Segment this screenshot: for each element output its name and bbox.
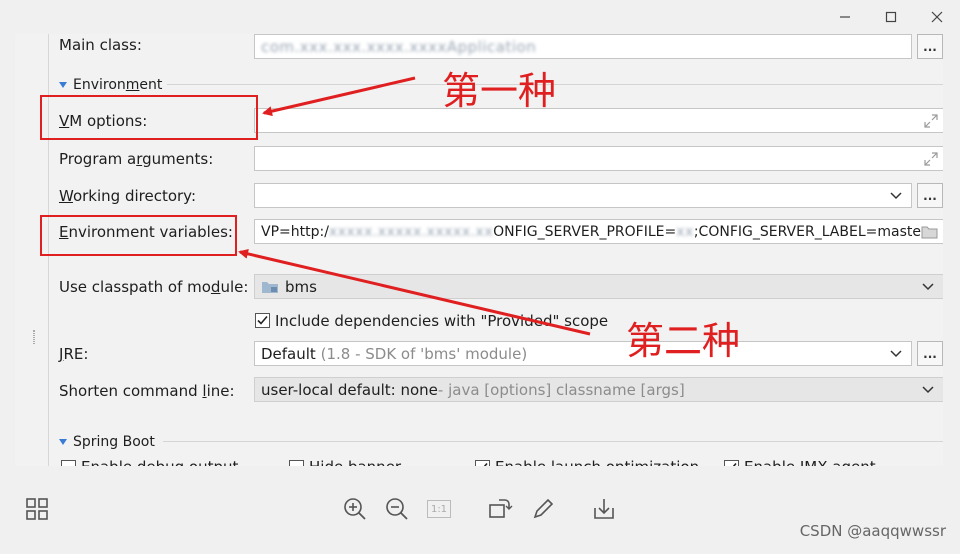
chevron-down-icon[interactable]: [889, 188, 903, 202]
grid-icon[interactable]: [24, 496, 50, 522]
checkmark-icon: [257, 315, 268, 325]
resize-grip[interactable]: [33, 330, 35, 344]
zoom-in-icon[interactable]: [342, 496, 368, 522]
jre-browse-button[interactable]: ...: [917, 341, 943, 366]
annotation-first-method: 第一种: [442, 69, 557, 113]
main-class-label: Main class:: [59, 36, 142, 54]
main-class-value: com.xxx.xxx.xxxx.xxxxApplication: [261, 37, 537, 56]
classpath-module-label: Use classpath of module:: [59, 278, 249, 296]
enable-debug-checkbox[interactable]: [61, 460, 76, 466]
launch-optimization-label: Enable launch optimization: [495, 458, 699, 466]
checkmark-icon: [483, 462, 488, 466]
download-icon[interactable]: [591, 496, 617, 522]
annotation-box-vm-options: [40, 95, 258, 140]
include-provided-label: Include dependencies with "Provided" sco…: [275, 312, 609, 330]
collapse-triangle-icon: [59, 439, 67, 445]
include-provided-checkbox[interactable]: [255, 313, 270, 328]
launch-optimization-checkbox[interactable]: [475, 460, 490, 466]
spring-boot-section-header[interactable]: Spring Boot: [59, 434, 155, 450]
window-controls: [822, 0, 960, 34]
jre-select[interactable]: Default (1.8 - SDK of 'bms' module): [254, 341, 912, 366]
chevron-down-icon[interactable]: [921, 279, 935, 293]
folder-icon[interactable]: [921, 224, 939, 240]
rotate-icon[interactable]: [487, 496, 513, 522]
working-directory-browse-button[interactable]: ...: [917, 183, 943, 208]
minimize-icon[interactable]: [822, 0, 868, 34]
enable-debug-label: Enable debug output: [81, 458, 238, 466]
collapse-triangle-icon: [59, 82, 67, 88]
shorten-command-select[interactable]: user-local default: none - java [options…: [254, 377, 943, 402]
watermark: CSDN @aaqqwwssr: [799, 522, 946, 540]
chevron-down-icon[interactable]: [921, 382, 935, 396]
annotation-box-env-vars: [40, 215, 237, 256]
close-icon[interactable]: [914, 0, 960, 34]
spring-boot-separator: [163, 441, 943, 442]
maximize-icon[interactable]: [868, 0, 914, 34]
shorten-command-label: Shorten command line:: [59, 382, 235, 400]
main-class-browse-button[interactable]: ...: [917, 34, 943, 59]
working-directory-label: Working directory:: [59, 187, 197, 205]
program-arguments-label: Program arguments:: [59, 150, 214, 168]
expand-icon[interactable]: [923, 151, 939, 167]
vm-options-field[interactable]: [254, 108, 943, 133]
hide-banner-checkbox[interactable]: [289, 460, 304, 466]
expand-icon[interactable]: [923, 113, 939, 129]
pencil-icon[interactable]: [530, 496, 556, 522]
environment-section-header[interactable]: Environment: [59, 77, 162, 93]
main-class-field[interactable]: com.xxx.xxx.xxxx.xxxxApplication: [254, 34, 912, 59]
environment-variables-field[interactable]: VP=http:/xxxxx.xxxxx.xxxxx.xx ONFIG_SERVE…: [254, 219, 943, 244]
classpath-module-select[interactable]: bms: [254, 274, 943, 299]
working-directory-field[interactable]: [254, 183, 912, 208]
jmx-agent-label: Enable JMX agent: [744, 458, 876, 466]
annotation-second-method: 第二种: [626, 319, 741, 363]
module-folder-icon: [262, 281, 278, 293]
hide-banner-label: Hide banner: [309, 458, 401, 466]
zoom-out-icon[interactable]: [384, 496, 410, 522]
checkmark-icon: [732, 462, 737, 466]
jmx-agent-checkbox[interactable]: [724, 460, 739, 466]
chevron-down-icon[interactable]: [889, 346, 903, 360]
environment-section-label: Environment: [73, 77, 163, 93]
program-arguments-field[interactable]: [254, 146, 943, 171]
jre-label: JRE:: [59, 345, 89, 363]
actual-size-button[interactable]: 1:1: [427, 500, 451, 518]
